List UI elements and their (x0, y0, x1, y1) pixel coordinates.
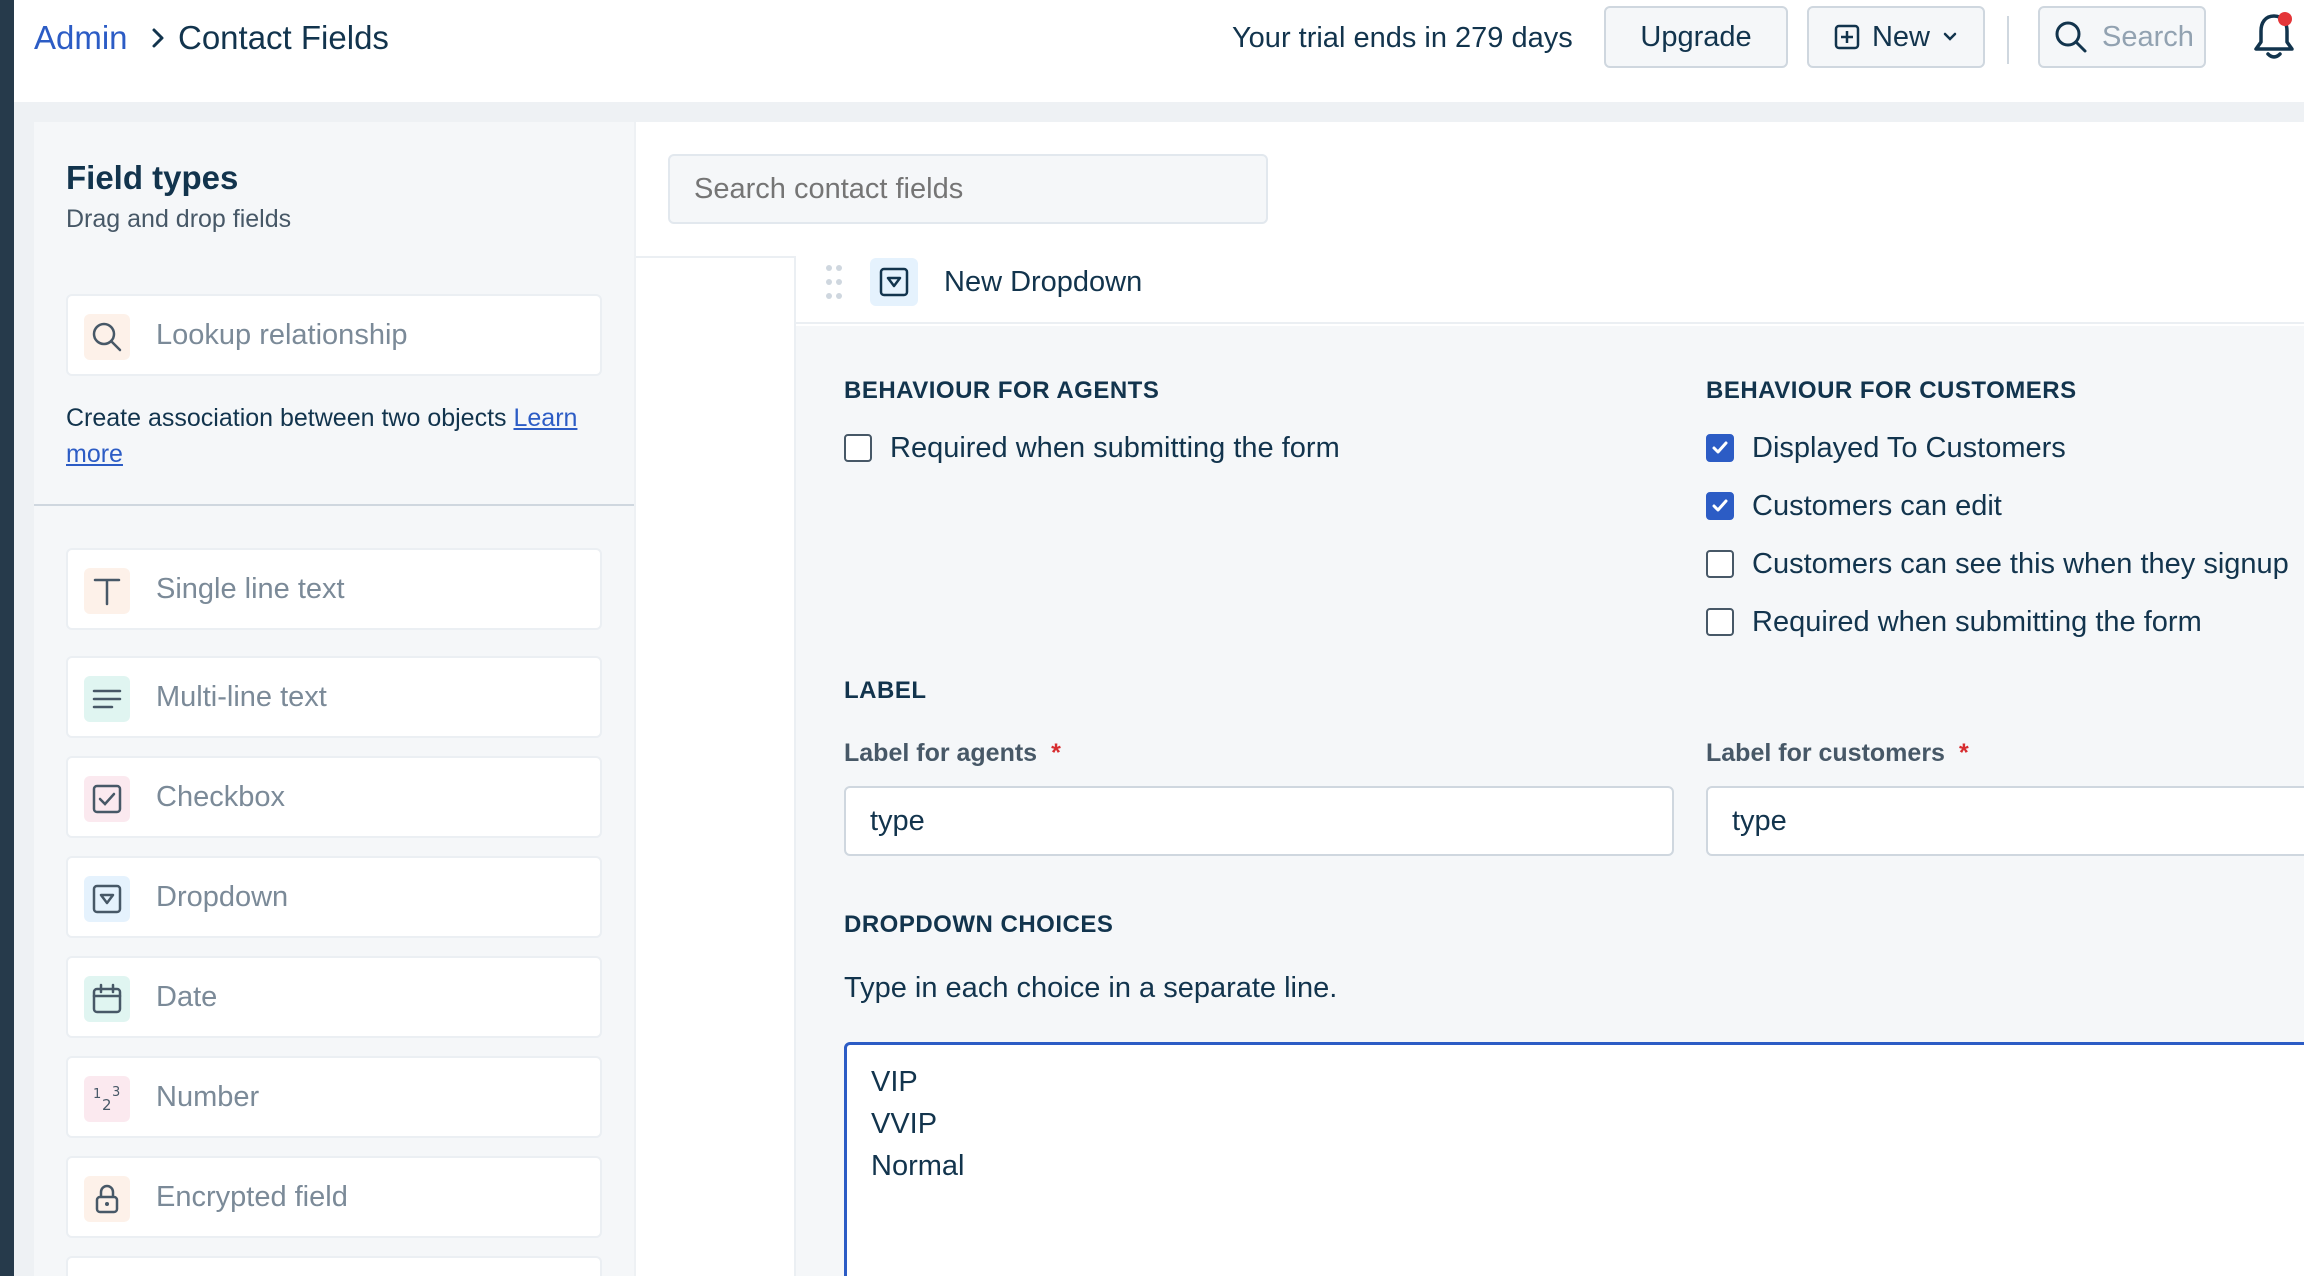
label-for-agents-input[interactable] (844, 786, 1674, 856)
global-search-label: Search (2102, 20, 2194, 53)
field-type-lookup-relationship[interactable]: Lookup relationship (66, 294, 602, 376)
paragraph-icon (84, 676, 130, 722)
check-icon (1712, 499, 1728, 512)
field-type-more[interactable] (66, 1256, 602, 1276)
field-type-label: Single line text (156, 573, 345, 605)
svg-text:3: 3 (112, 1085, 120, 1100)
search-icon (2055, 21, 2087, 53)
trial-notice: Your trial ends in 279 days (1232, 22, 1573, 54)
dropdown-icon (84, 876, 130, 922)
agents-label-caption: Label for agents * (844, 739, 1061, 767)
app-left-rail (0, 0, 14, 1276)
label-section-heading: LABEL (844, 677, 927, 704)
customers-label-caption: Label for customers * (1706, 739, 1969, 767)
field-type-single-line-text[interactable]: Single line text (66, 548, 602, 630)
label-for-customers-input[interactable] (1706, 786, 2304, 856)
sidebar-subtitle: Drag and drop fields (66, 205, 292, 233)
new-button-label: New (1871, 20, 1930, 53)
agents-behaviour-heading: BEHAVIOUR FOR AGENTS (844, 377, 1160, 404)
required-asterisk: * (1958, 739, 1969, 767)
calendar-icon (84, 976, 130, 1022)
field-type-label: Multi-line text (156, 681, 327, 713)
svg-text:1: 1 (93, 1087, 101, 1102)
field-type-label: Encrypted field (156, 1181, 348, 1213)
field-title: New Dropdown (944, 266, 1143, 298)
option-label: Displayed To Customers (1752, 432, 2066, 464)
field-type-label: Lookup relationship (156, 319, 408, 351)
dropdown-choices-hint: Type in each choice in a separate line. (844, 972, 1338, 1004)
main-content: New Dropdown BEHAVIOUR FOR AGENTS Requir… (636, 122, 2304, 1276)
field-type-encrypted[interactable]: Encrypted field (66, 1156, 602, 1238)
choice-line: VIP (871, 1066, 918, 1098)
svg-text:2: 2 (102, 1096, 112, 1114)
text-icon (84, 568, 130, 614)
checkbox-unchecked[interactable] (1706, 550, 1734, 578)
field-type-label: Dropdown (156, 881, 289, 913)
checkbox-checked[interactable] (1706, 492, 1734, 520)
option-label: Required when submitting the form (890, 432, 1340, 464)
field-type-checkbox[interactable]: Checkbox (66, 756, 602, 838)
notification-dot (2278, 12, 2292, 26)
sidebar-title: Field types (66, 159, 239, 196)
required-asterisk: * (1051, 739, 1061, 767)
global-search-button[interactable]: Search (2038, 6, 2206, 68)
option-label: Customers can see this when they signup (1752, 548, 2289, 580)
displayed-to-customers-option[interactable]: Displayed To Customers (1706, 430, 2066, 466)
chevron-down-icon (1943, 32, 1957, 41)
drag-handle-icon[interactable] (824, 262, 844, 302)
customers-see-on-signup-option[interactable]: Customers can see this when they signup (1706, 546, 2289, 582)
field-types-sidebar: Field types Drag and drop fields Lookup … (34, 122, 634, 1276)
field-tree-column (636, 256, 796, 1276)
checkbox-icon (84, 776, 130, 822)
dropdown-icon (870, 258, 918, 306)
checkbox-checked[interactable] (1706, 434, 1734, 462)
choice-line: VVIP (871, 1108, 938, 1140)
choice-line: Normal (871, 1150, 965, 1182)
field-type-dropdown[interactable]: Dropdown (66, 856, 602, 938)
option-label: Customers can edit (1752, 490, 2002, 522)
header-divider (2007, 16, 2009, 64)
field-type-date[interactable]: Date (66, 956, 602, 1038)
checkbox-unchecked[interactable] (844, 434, 872, 462)
sidebar-divider (34, 504, 634, 506)
field-type-label: Checkbox (156, 781, 285, 813)
number-icon: 123 (84, 1076, 130, 1122)
checkbox-unchecked[interactable] (1706, 608, 1734, 636)
option-label: Required when submitting the form (1752, 606, 2202, 638)
dropdown-choices-heading: DROPDOWN CHOICES (844, 911, 1114, 938)
new-button[interactable]: New (1807, 6, 1985, 68)
top-bar: Admin Contact Fields Your trial ends in … (14, 0, 2304, 102)
field-type-number[interactable]: 123 Number (66, 1056, 602, 1138)
agents-required-option[interactable]: Required when submitting the form (844, 430, 1340, 466)
chevron-right-icon (152, 28, 164, 48)
page-title: Contact Fields (178, 19, 389, 56)
field-type-label: Number (156, 1081, 260, 1113)
search-contact-fields-input[interactable] (668, 154, 1268, 224)
customers-required-option[interactable]: Required when submitting the form (1706, 604, 2202, 640)
field-settings-panel: BEHAVIOUR FOR AGENTS Required when submi… (796, 326, 2304, 1276)
lock-icon (84, 1176, 130, 1222)
field-type-multi-line-text[interactable]: Multi-line text (66, 656, 602, 738)
field-type-label: Date (156, 981, 218, 1013)
search-icon (84, 314, 130, 360)
field-header[interactable]: New Dropdown (796, 256, 2304, 324)
check-icon (1712, 441, 1728, 454)
plus-square-icon (1834, 24, 1860, 50)
upgrade-button[interactable]: Upgrade (1604, 6, 1788, 68)
customers-can-edit-option[interactable]: Customers can edit (1706, 488, 2002, 524)
customers-behaviour-heading: BEHAVIOUR FOR CUSTOMERS (1706, 377, 2077, 404)
breadcrumb-admin-link[interactable]: Admin (34, 18, 128, 58)
association-description: Create association between two objects L… (66, 404, 578, 468)
dropdown-choices-textarea[interactable]: VIP VVIP Normal (844, 1042, 2304, 1276)
